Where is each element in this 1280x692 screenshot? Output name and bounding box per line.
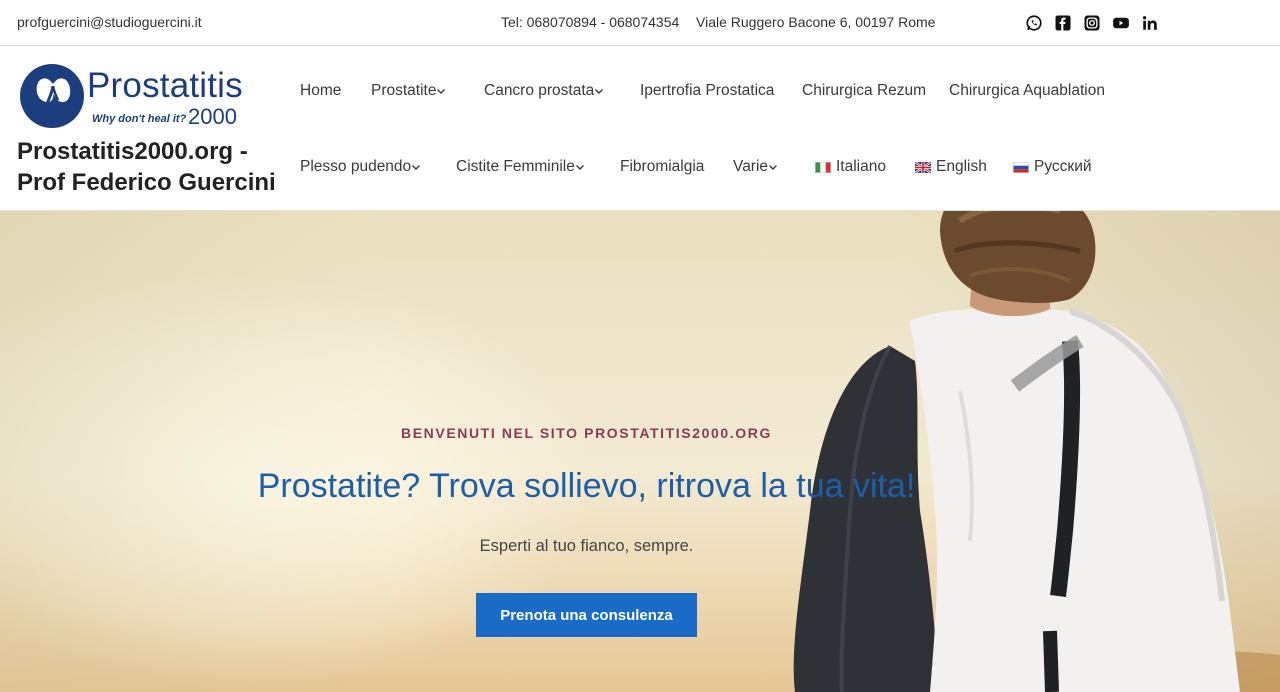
nav-item-home[interactable]: Home bbox=[300, 82, 341, 100]
site-logo[interactable]: Prostatitis Why don't heal it? 2000 bbox=[20, 64, 245, 130]
nav-item-lang-russian[interactable]: Русский bbox=[1013, 158, 1092, 176]
nav-item-label: Plesso pudendo bbox=[300, 158, 412, 175]
nav-item-label: Cancro prostata bbox=[484, 82, 595, 99]
russia-flag-icon bbox=[1013, 161, 1029, 173]
hero-section: BENVENUTI NEL SITO PROSTATITIS2000.ORG P… bbox=[0, 211, 1280, 692]
logo-year: 2000 bbox=[188, 104, 237, 129]
social-links bbox=[1025, 14, 1159, 32]
nav-item-rezum[interactable]: Chirurgica Rezum bbox=[802, 82, 926, 100]
nav-item-label: Cistite Femminile bbox=[456, 158, 575, 175]
hero-subtitle: Esperti al tuo fianco, sempre. bbox=[479, 537, 694, 555]
chevron-down-icon bbox=[437, 89, 446, 94]
address-text: Viale Ruggero Bacone 6, 00197 Rome bbox=[696, 14, 936, 30]
italy-flag-icon bbox=[815, 161, 831, 173]
logo-brand-text: Prostatitis bbox=[87, 66, 243, 105]
nav-item-lang-italiano[interactable]: Italiano bbox=[815, 158, 886, 176]
nav-item-cistite-femminile[interactable]: Cistite Femminile bbox=[456, 158, 585, 176]
nav-item-cancro-prostata[interactable]: Cancro prostata bbox=[484, 82, 604, 100]
nav-item-fibromialgia[interactable]: Fibromialgia bbox=[620, 158, 704, 176]
site-title-line-1: Prostatitis2000.org - bbox=[17, 138, 248, 165]
phone-link[interactable]: Tel: 068070894 - 068074354 bbox=[501, 14, 679, 30]
linkedin-icon[interactable] bbox=[1141, 14, 1159, 32]
nav-item-label: Varie bbox=[733, 158, 769, 175]
chevron-down-icon bbox=[575, 165, 584, 170]
nav-item-prostatite[interactable]: Prostatite bbox=[371, 82, 446, 100]
chevron-down-icon bbox=[595, 89, 604, 94]
site-title[interactable]: Prostatitis2000.org - Prof Federico Guer… bbox=[17, 136, 276, 198]
book-consultation-button[interactable]: Prenota una consulenza bbox=[476, 593, 697, 637]
logo-emblem-icon bbox=[20, 64, 84, 128]
youtube-icon[interactable] bbox=[1112, 14, 1130, 32]
nav-item-label: Prostatite bbox=[371, 82, 437, 99]
nav-item-label: English bbox=[936, 158, 987, 175]
nav-item-label: Ipertrofia Prostatica bbox=[640, 82, 775, 99]
nav-item-label: Chirurgica Rezum bbox=[802, 82, 927, 99]
top-bar: profguercini@studioguercini.it Tel: 0680… bbox=[0, 0, 1280, 46]
nav-item-label: Русский bbox=[1034, 158, 1092, 175]
logo-tagline: Why don't heal it? bbox=[92, 113, 187, 125]
nav-item-ipertrofia[interactable]: Ipertrofia Prostatica bbox=[640, 82, 774, 100]
nav-item-label: Fibromialgia bbox=[620, 158, 705, 175]
hero-headline: Prostatite? Trova sollievo, ritrova la t… bbox=[257, 467, 916, 505]
nav-item-label: Chirurgica Aquablation bbox=[949, 82, 1105, 99]
hero-man-photo bbox=[793, 211, 1280, 692]
whatsapp-icon[interactable] bbox=[1025, 14, 1043, 32]
chevron-down-icon bbox=[412, 165, 421, 170]
nav-item-varie[interactable]: Varie bbox=[733, 158, 778, 176]
hero-eyebrow: BENVENUTI NEL SITO PROSTATITIS2000.ORG bbox=[401, 425, 772, 441]
nav-item-lang-english[interactable]: English bbox=[915, 158, 987, 176]
instagram-icon[interactable] bbox=[1083, 14, 1101, 32]
site-title-line-2: Prof Federico Guercini bbox=[17, 169, 276, 196]
chevron-down-icon bbox=[769, 165, 778, 170]
nav-item-label: Home bbox=[300, 82, 342, 99]
email-link[interactable]: profguercini@studioguercini.it bbox=[17, 14, 202, 30]
nav-item-plesso-pudendo[interactable]: Plesso pudendo bbox=[300, 158, 421, 176]
site-header: Prostatitis Why don't heal it? 2000 Pros… bbox=[0, 47, 1280, 211]
uk-flag-icon bbox=[915, 161, 931, 173]
nav-item-label: Italiano bbox=[836, 158, 886, 175]
facebook-icon[interactable] bbox=[1054, 14, 1072, 32]
nav-item-aquablation[interactable]: Chirurgica Aquablation bbox=[949, 82, 1105, 100]
